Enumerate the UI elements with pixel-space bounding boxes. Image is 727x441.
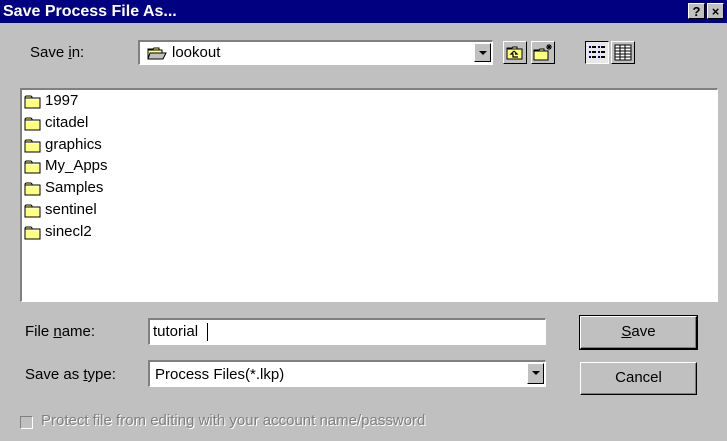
file-name-input[interactable]: tutorial [148,318,546,345]
up-one-level-button[interactable] [503,41,527,64]
file-list[interactable]: 1997 citadel graphics My_Apps Samples sentine… [20,88,718,302]
title-bar[interactable]: Save Process File As... ? × [0,0,727,23]
close-icon: × [711,4,720,19]
file-name: sinecl2 [45,222,92,240]
file-name-label: File name: [25,323,96,340]
list-view-icon [589,46,605,58]
create-new-folder-button[interactable] [531,41,555,64]
file-name: graphics [45,135,102,153]
folder-icon [24,139,41,153]
help-button[interactable]: ? [688,3,705,19]
file-name: sentinel [45,201,97,218]
save-in-value: lookout [172,44,221,61]
save-as-type-value: Process Files(*.lkp) [155,366,285,383]
details-view-icon [614,44,632,61]
folder-icon [24,117,41,131]
file-name: My_Apps [45,157,108,175]
text-caret [207,323,208,341]
file-name: 1997 [45,92,79,109]
save-in-dropdown[interactable]: lookout [138,40,493,65]
create-new-folder-icon [533,44,552,61]
file-name: citadel [45,113,89,131]
dialog-title: Save Process File As... [3,3,177,20]
save-as-type-dropdown[interactable]: Process Files(*.lkp) [148,360,546,387]
cancel-button[interactable]: Cancel [580,362,697,395]
protect-file-checkbox[interactable] [20,416,33,429]
chevron-down-icon [479,51,487,55]
save-as-type-label: Save as type: [25,366,116,383]
up-one-level-icon [506,46,523,60]
save-dialog: Save Process File As... ? × Save in: loo… [0,0,727,441]
save-in-dropdown-arrow[interactable] [474,43,491,62]
folder-icon [24,204,41,218]
open-folder-icon [147,47,167,60]
save-as-type-dropdown-arrow[interactable] [527,363,544,384]
folder-icon [24,160,41,174]
folder-icon [24,95,41,109]
folder-icon [24,226,41,240]
protect-file-label: Protect file from editing with your acco… [41,412,426,429]
save-in-label: Save in: [30,44,85,61]
file-name: Samples [45,179,104,197]
save-button[interactable]: Save [579,315,698,350]
details-view-button[interactable] [611,41,635,64]
list-view-button[interactable] [585,41,609,64]
folder-icon [24,182,41,196]
chevron-down-icon [532,371,540,375]
file-name-value: tutorial [153,323,199,340]
close-button[interactable]: × [707,3,724,19]
